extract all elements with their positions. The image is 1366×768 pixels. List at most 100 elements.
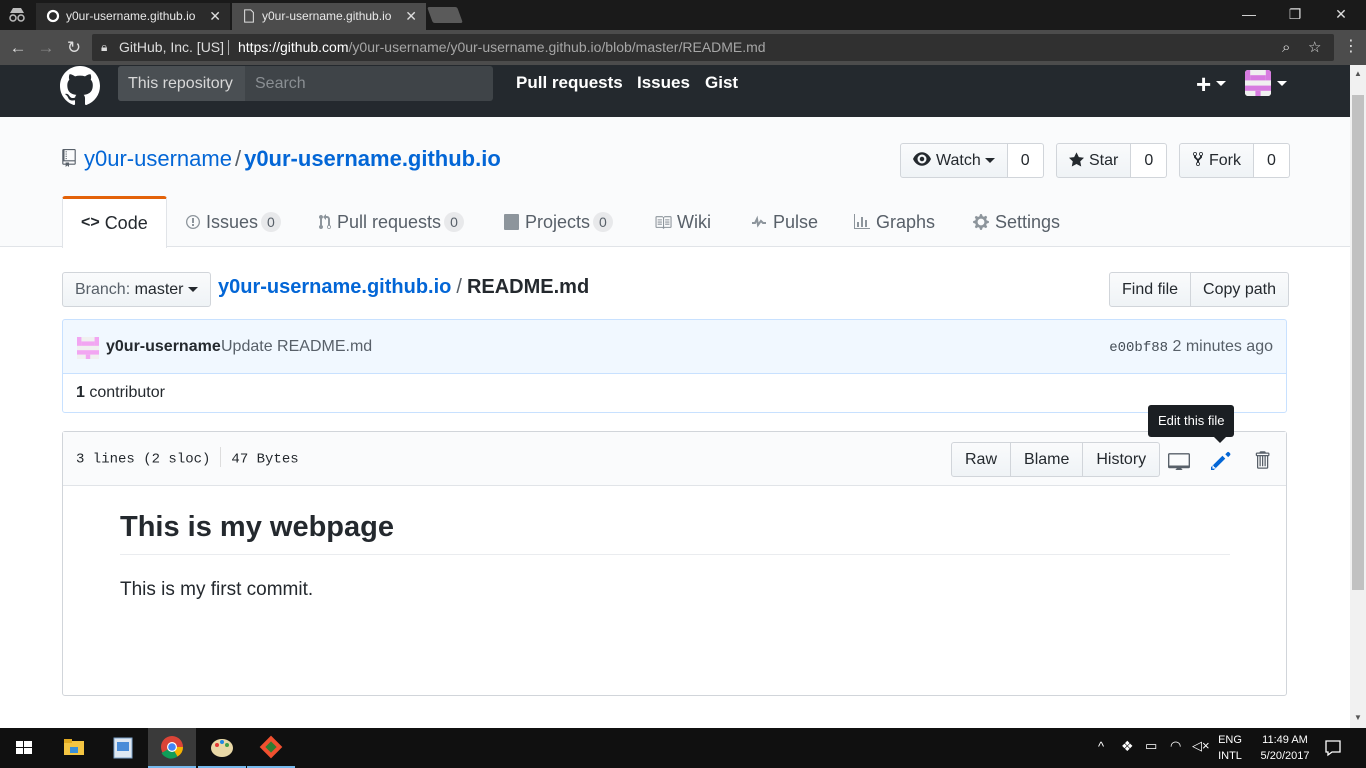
fork-count[interactable]: 0 (1254, 143, 1290, 178)
zoom-icon[interactable]: ⌕ (1282, 34, 1290, 61)
close-tab-icon[interactable]: ✕ (405, 3, 417, 30)
tab-projects[interactable]: Projects 0 (503, 196, 613, 248)
scroll-up-icon[interactable]: ▲ (1354, 69, 1362, 78)
lang-bottom: INTL (1218, 750, 1242, 762)
fork-button[interactable]: Fork (1179, 143, 1254, 178)
tab-projects-label: Projects (525, 212, 591, 232)
scrollbar-thumb[interactable] (1352, 95, 1364, 590)
pulls-counter: 0 (444, 212, 464, 233)
commit-author-avatar[interactable] (77, 337, 99, 359)
browser-tab-1[interactable]: y0ur-username.github.io ✕ (36, 3, 230, 30)
raw-button[interactable]: Raw (951, 442, 1012, 477)
dropbox-icon[interactable]: ❖ (1121, 739, 1134, 753)
breadcrumb-separator: / (456, 276, 462, 298)
wifi-icon[interactable]: ◠ (1170, 739, 1181, 753)
star-button[interactable]: Star (1056, 143, 1132, 178)
graph-icon (854, 213, 870, 229)
issues-counter: 0 (261, 212, 281, 233)
star-count[interactable]: 0 (1131, 143, 1168, 178)
tab-settings-label: Settings (995, 212, 1061, 232)
create-new-button[interactable]: + (1196, 69, 1211, 100)
copy-path-button[interactable]: Copy path (1191, 272, 1289, 307)
page-scrollbar[interactable]: ▲ ▼ (1350, 65, 1366, 728)
branch-select-button[interactable]: Branch: master (62, 272, 211, 307)
repo-owner-link[interactable]: y0ur-username (84, 146, 232, 171)
chrome-taskbar-icon[interactable] (148, 728, 196, 768)
back-icon[interactable]: ← (5, 35, 31, 61)
pencil-icon[interactable] (1210, 450, 1232, 470)
window-close-icon[interactable]: ✕ (1318, 0, 1364, 30)
github-favicon-icon (46, 9, 60, 23)
create-caret-icon[interactable] (1216, 81, 1226, 86)
paint-taskbar-icon[interactable] (198, 728, 246, 768)
address-bar[interactable]: 🔒︎ GitHub, Inc. [US] https://github.com/… (92, 34, 1334, 61)
contributors-summary[interactable]: 1 contributor (62, 373, 1287, 413)
file-view-buttons: Raw Blame History (951, 442, 1161, 477)
breadcrumb-repo-link[interactable]: y0ur-username.github.io (218, 276, 451, 298)
commit-meta: e00bf88 2 minutes ago (1109, 338, 1273, 356)
github-header: This repository Pull requests Issues Gis… (0, 65, 1350, 117)
watch-button[interactable]: Watch (900, 143, 1008, 178)
close-tab-icon[interactable]: ✕ (209, 3, 221, 30)
photos-app-icon[interactable] (99, 728, 147, 768)
find-file-button[interactable]: Find file (1109, 272, 1192, 307)
new-tab-button[interactable] (427, 7, 463, 23)
browser-tabstrip: y0ur-username.github.io ✕ y0ur-username.… (0, 0, 1366, 30)
git-taskbar-icon[interactable] (247, 728, 295, 768)
history-button[interactable]: History (1083, 442, 1161, 477)
watch-count[interactable]: 0 (1007, 143, 1044, 178)
restore-icon[interactable]: ❐ (1272, 0, 1318, 30)
reload-icon[interactable]: ↻ (61, 35, 87, 61)
header-nav-gist[interactable]: Gist (705, 73, 738, 93)
battery-icon[interactable]: ▭ (1145, 739, 1157, 753)
system-clock[interactable]: 11:49 AM 5/20/2017 (1250, 733, 1320, 763)
repo-name-link[interactable]: y0ur-username.github.io (244, 146, 501, 171)
scroll-down-icon[interactable]: ▼ (1354, 713, 1362, 722)
file-header: 3 lines (2 sloc) 47 Bytes Raw Blame Histo… (63, 432, 1286, 486)
search-input[interactable] (245, 66, 493, 101)
tray-expand-icon[interactable]: ^ (1098, 740, 1104, 754)
file-lines: 3 lines (2 sloc) (76, 451, 211, 468)
windows-taskbar: ^ ❖ ▭ ◠ ◁× ENG INTL 11:49 AM 5/20/2017 (0, 728, 1366, 768)
commit-sha-link[interactable]: e00bf88 (1109, 340, 1168, 356)
browser-tab-2[interactable]: y0ur-username.github.io ✕ (232, 3, 426, 30)
url-host: https://github.com (238, 39, 349, 55)
identicon-icon (1245, 70, 1271, 96)
file-explorer-icon[interactable] (50, 728, 98, 768)
trash-icon[interactable] (1251, 450, 1273, 470)
github-logo-icon[interactable] (60, 66, 100, 106)
tab-pulse[interactable]: Pulse (750, 196, 818, 248)
user-menu-caret-icon[interactable] (1277, 81, 1287, 86)
tab-settings[interactable]: Settings (972, 196, 1060, 248)
input-language[interactable]: ENG INTL (1213, 733, 1247, 763)
minimize-icon[interactable]: — (1226, 0, 1272, 30)
browser-toolbar: ← → ↻ 🔒︎ GitHub, Inc. [US] https://githu… (0, 30, 1366, 65)
bookmark-star-icon[interactable]: ☆ (1308, 34, 1321, 61)
tab-graphs[interactable]: Graphs (853, 196, 935, 248)
header-nav-pull-requests[interactable]: Pull requests (516, 73, 623, 93)
blame-button[interactable]: Blame (1011, 442, 1084, 477)
paint-icon (211, 739, 233, 757)
readme-heading: This is my webpage (120, 511, 1230, 555)
site-search: This repository (118, 66, 493, 101)
forward-icon[interactable]: → (33, 35, 59, 61)
desktop-icon[interactable] (1168, 450, 1190, 470)
chrome-icon (161, 736, 183, 759)
tab-pull-requests[interactable]: Pull requests 0 (318, 196, 464, 248)
action-center-icon[interactable] (1324, 739, 1342, 757)
branch-caret-icon (187, 287, 198, 293)
tab-wiki[interactable]: Wiki (654, 196, 711, 248)
user-avatar[interactable] (1245, 70, 1271, 96)
tab-code[interactable]: <> Code (62, 196, 167, 248)
header-nav-issues[interactable]: Issues (637, 73, 690, 93)
breadcrumb-file: README.md (466, 276, 590, 298)
commit-author-link[interactable]: y0ur-username (106, 338, 221, 356)
volume-muted-icon[interactable]: ◁× (1192, 739, 1210, 753)
issue-icon (186, 214, 200, 229)
fork-icon (1192, 152, 1204, 167)
chrome-menu-icon[interactable]: ⋮ (1343, 36, 1359, 56)
tab-issues[interactable]: Issues 0 (185, 196, 281, 248)
windows-start-icon[interactable] (0, 728, 48, 768)
commit-message-link[interactable]: Update README.md (221, 338, 372, 356)
search-scope-label[interactable]: This repository (118, 66, 245, 101)
